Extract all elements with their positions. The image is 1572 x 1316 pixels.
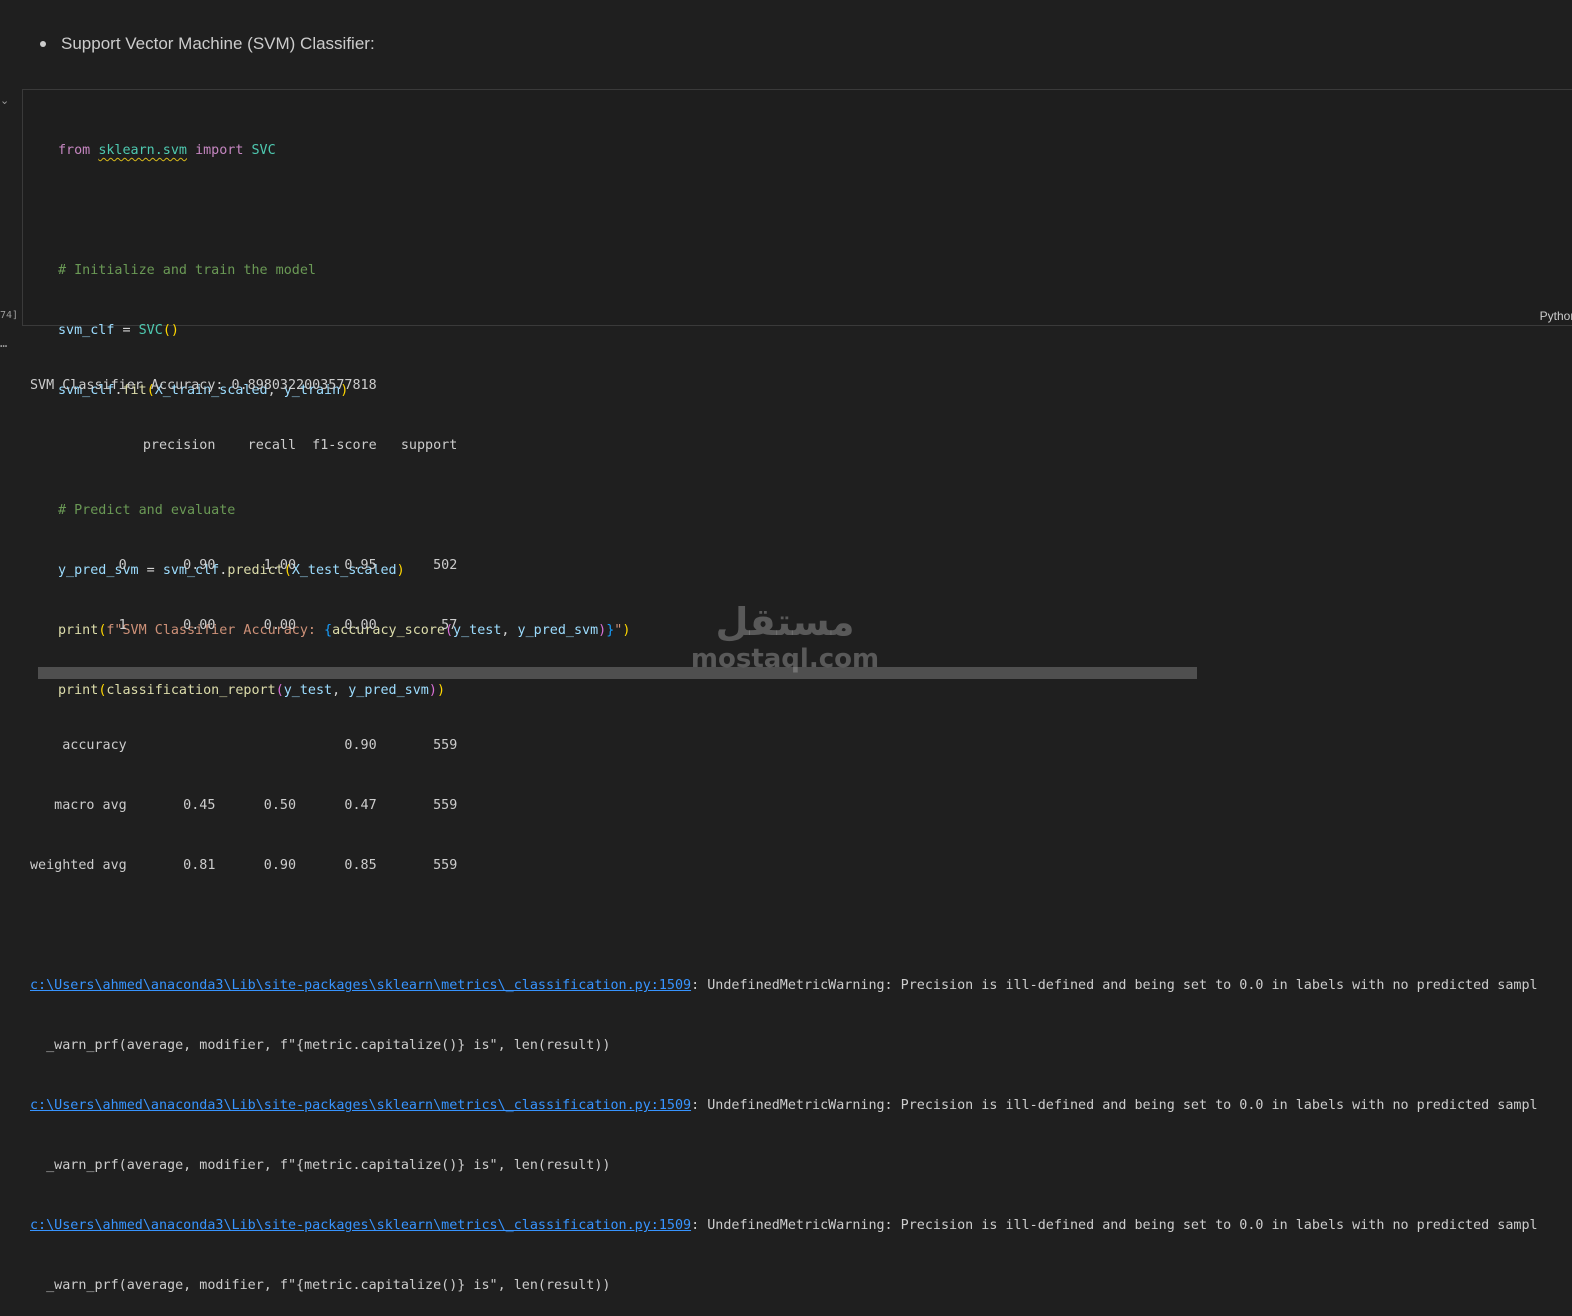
output-line: accuracy 0.90 559 xyxy=(30,738,458,753)
keyword-import: import xyxy=(195,143,244,158)
warning-file-link[interactable]: c:\Users\ahmed\anaconda3\Lib\site-packag… xyxy=(30,1098,691,1113)
warning-message: : UndefinedMetricWarning: Precision is i… xyxy=(691,1218,1538,1233)
markdown-bullet: Support Vector Machine (SVM) Classifier: xyxy=(40,34,375,54)
warning-file-link[interactable]: c:\Users\ahmed\anaconda3\Lib\site-packag… xyxy=(30,978,691,993)
cell-language-label[interactable]: Python xyxy=(1540,309,1572,323)
cell-collapse-chevron-icon[interactable]: ⌄ xyxy=(0,94,9,107)
class-name: SVC xyxy=(251,143,276,158)
output-line: macro avg 0.45 0.50 0.47 559 xyxy=(30,798,458,813)
code-line: from sklearn.svm import SVC xyxy=(58,141,630,161)
warning-detail: _warn_prf(average, modifier, f"{metric.c… xyxy=(30,1038,611,1053)
bullet-dot xyxy=(40,41,46,47)
warning-detail: _warn_prf(average, modifier, f"{metric.c… xyxy=(30,1278,611,1293)
code-cell[interactable]: from sklearn.svm import SVC # Initialize… xyxy=(22,89,1572,698)
output-more-icon[interactable]: … xyxy=(0,336,7,350)
warning-file-link[interactable]: c:\Users\ahmed\anaconda3\Lib\site-packag… xyxy=(30,1218,691,1233)
code-line: # Initialize and train the model xyxy=(58,261,630,281)
warning-message: : UndefinedMetricWarning: Precision is i… xyxy=(691,1098,1538,1113)
output-line: SVM Classifier Accuracy: 0.8980322003577… xyxy=(30,378,377,393)
warning-line: c:\Users\ahmed\anaconda3\Lib\site-packag… xyxy=(30,976,1538,996)
output-horizontal-scrollbar[interactable] xyxy=(30,664,1568,680)
warning-line: c:\Users\ahmed\anaconda3\Lib\site-packag… xyxy=(30,1216,1538,1236)
warning-detail: _warn_prf(average, modifier, f"{metric.c… xyxy=(30,1158,611,1173)
output-line: 0 0.90 1.00 0.95 502 xyxy=(30,558,458,573)
warning-line: c:\Users\ahmed\anaconda3\Lib\site-packag… xyxy=(30,1096,1538,1116)
code-comment: # Initialize and train the model xyxy=(58,263,316,278)
cell-output: SVM Classifier Accuracy: 0.8980322003577… xyxy=(30,336,1538,1316)
warning-message: : UndefinedMetricWarning: Precision is i… xyxy=(691,978,1538,993)
module-name: sklearn.svm xyxy=(98,143,187,158)
execution-count: 74] xyxy=(0,310,19,321)
output-line: 1 0.00 0.00 0.00 57 xyxy=(30,618,458,633)
output-line: precision recall f1-score support xyxy=(30,438,458,453)
keyword-from: from xyxy=(58,143,91,158)
scrollbar-thumb[interactable] xyxy=(38,667,1197,679)
output-line: weighted avg 0.81 0.90 0.85 559 xyxy=(30,858,458,873)
markdown-bullet-text: Support Vector Machine (SVM) Classifier: xyxy=(61,34,375,53)
